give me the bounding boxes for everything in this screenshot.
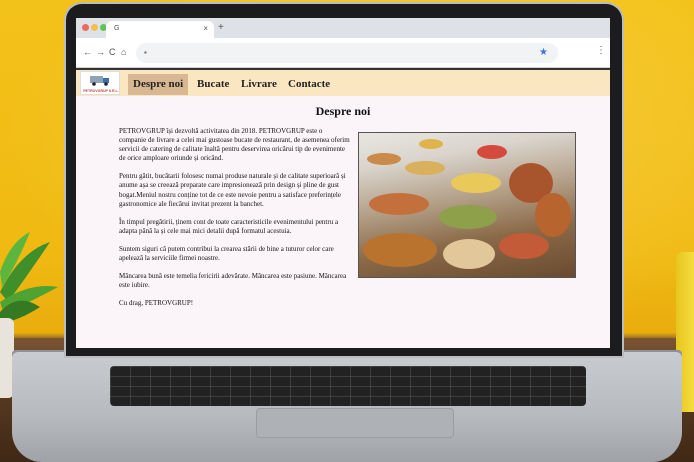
site-logo[interactable]: PETROVGRUP S.R.L.: [80, 71, 120, 95]
site-navbar: PETROVGRUP S.R.L. Despre noi Bucate Livr…: [76, 68, 610, 96]
nav-bucate[interactable]: Bucate: [192, 74, 234, 95]
logo-text: PETROVGRUP S.R.L.: [83, 89, 119, 93]
home-icon[interactable]: ⌂: [121, 47, 126, 57]
paragraph-6: Cu drag, PETROVGRUP!: [119, 299, 194, 308]
close-tab-icon[interactable]: ×: [203, 24, 208, 33]
browser-chrome: G × + ← → C ⌂ ▪ ★ ⋮: [76, 18, 610, 68]
plant-decoration: [0, 232, 58, 324]
nav-livrare[interactable]: Livrare: [236, 74, 282, 95]
close-window-button[interactable]: [82, 24, 89, 31]
forward-arrow-icon[interactable]: →: [96, 47, 105, 57]
banquet-table-photo: [358, 132, 576, 278]
nav-contacte[interactable]: Contacte: [283, 74, 335, 95]
about-text: PETROVGRUP își dezvoltă activitatea din …: [119, 127, 351, 317]
lock-icon: ▪: [144, 48, 147, 57]
reload-icon[interactable]: C: [109, 47, 116, 57]
truck-icon: [90, 76, 109, 86]
nav-despre-noi[interactable]: Despre noi: [128, 74, 189, 95]
paragraph-5: Mâncarea bună este temelia fericirii ade…: [119, 272, 347, 290]
laptop-keyboard: [110, 366, 586, 406]
browser-menu-icon[interactable]: ⋮: [596, 46, 606, 56]
paragraph-3: În timpul pregătirii, ținem cont de toat…: [119, 217, 339, 235]
laptop-screen: G × + ← → C ⌂ ▪ ★ ⋮ PETROVGRUP S.R.L. De…: [76, 18, 610, 348]
paragraph-2: Pentru gătit, bucătarii folosesc numai p…: [119, 172, 346, 208]
page-title: Despre noi: [315, 104, 371, 118]
paragraph-4: Suntem siguri că putem contribui la crea…: [119, 244, 334, 263]
google-favicon-icon: G: [114, 25, 120, 32]
address-bar[interactable]: ▪ ★: [136, 43, 558, 63]
paragraph-1: PETROVGRUP își dezvoltă activitatea din …: [119, 127, 350, 163]
browser-toolbar: ← → C ⌂ ▪ ★ ⋮: [76, 38, 610, 68]
tab-strip: G × +: [76, 18, 610, 38]
back-arrow-icon[interactable]: ←: [83, 47, 92, 57]
browser-tab[interactable]: G ×: [106, 21, 214, 38]
laptop-trackpad: [256, 408, 454, 438]
web-page: PETROVGRUP S.R.L. Despre noi Bucate Livr…: [76, 68, 610, 348]
new-tab-button[interactable]: +: [218, 22, 224, 33]
bookmark-star-icon[interactable]: ★: [539, 47, 548, 58]
minimize-window-button[interactable]: [91, 24, 98, 31]
